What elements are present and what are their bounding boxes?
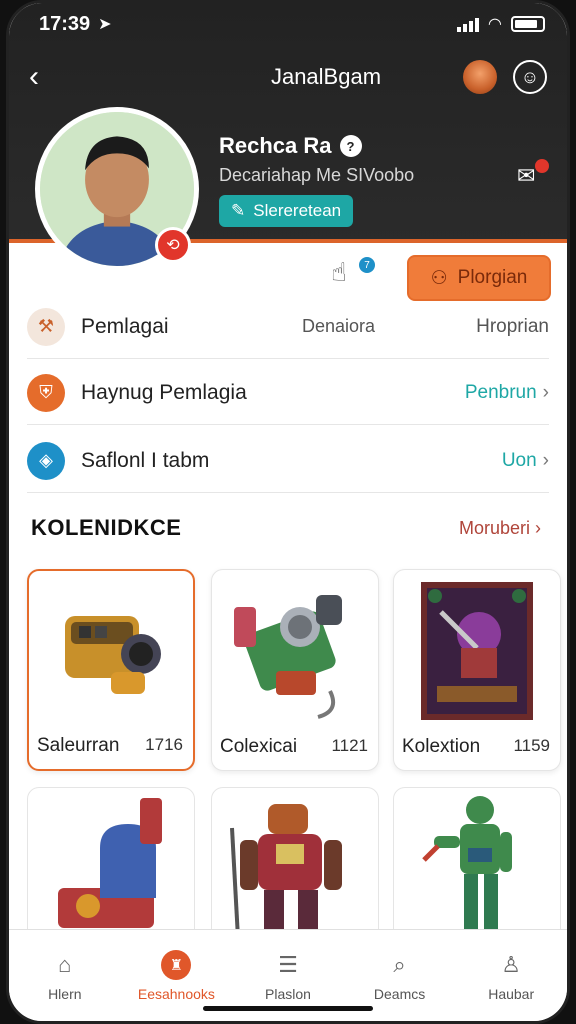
robot-item-image	[230, 804, 342, 939]
gem-icon: ◈	[27, 441, 65, 480]
list-item-value: Penbrun	[464, 381, 537, 403]
tab-label: Hlern	[48, 985, 82, 1002]
profile-subtitle: Decariahap Me SIVoobo	[219, 165, 415, 185]
list-item-label: Haynug Pemlagia	[81, 380, 247, 404]
message-dot	[535, 159, 549, 173]
card-count: 1159	[513, 736, 550, 755]
chevron-right-icon: ›	[542, 381, 549, 403]
notify-count: 7	[359, 257, 375, 273]
collection-card[interactable]	[27, 787, 195, 947]
page-title: JanalBgam	[270, 64, 382, 89]
see-more-link[interactable]: Moruberi ›	[459, 518, 541, 539]
list-item[interactable]: ⛨ Haynug Pemlagia Penbrun ›	[27, 361, 549, 425]
tab-label: Plaslon	[265, 985, 311, 1002]
card-name: Colexicai	[220, 736, 298, 757]
avatar-edit-badge[interactable]: ⟲	[155, 227, 191, 263]
hammer-icon: ⚒	[27, 307, 65, 346]
signal-icon	[456, 16, 479, 32]
tab-label: Deamcs	[373, 985, 426, 1002]
profile-tag-label: Slereretean	[253, 201, 342, 220]
message-icon[interactable]: ✉	[517, 159, 551, 193]
verified-icon: ?	[339, 135, 362, 157]
battery-icon	[511, 16, 545, 32]
notify-icon[interactable]: ☝ 7	[331, 257, 375, 297]
profile-name: Rechca Ra	[219, 133, 332, 158]
collection-section-header: KOLENIDKCE Moruberi ›	[31, 515, 541, 541]
card-count: 1716	[145, 735, 183, 754]
smile-icon[interactable]: ☺	[513, 60, 547, 94]
camera-item-image	[35, 577, 187, 727]
search-icon: ⌕	[393, 951, 406, 977]
card-name: Saleurran	[37, 735, 120, 756]
collection-card[interactable]	[393, 787, 561, 947]
gadget-item-image	[218, 576, 372, 726]
nav-bar: ‹ JanalBgam ☺	[29, 55, 547, 99]
shield-icon: ⛨	[27, 373, 65, 412]
machine-item-image	[58, 798, 162, 928]
section-title: KOLENIDKCE	[31, 515, 182, 540]
see-more-label: Moruberi	[458, 517, 530, 538]
back-button[interactable]: ‹	[29, 60, 69, 94]
collection-card[interactable]: Colexicai 1121	[211, 569, 379, 771]
status-time: 17:39	[39, 12, 91, 35]
mascot-avatar-icon[interactable]	[463, 60, 497, 94]
soldier-item-image	[422, 796, 512, 938]
collection-card[interactable]	[211, 787, 379, 947]
warrior-card-image	[400, 576, 554, 726]
list-item-value: Uon	[501, 449, 537, 471]
profile-tag[interactable]: ✎ Slereretean	[219, 195, 354, 227]
location-icon: ➤	[98, 16, 112, 33]
profile-icon: ♙	[501, 951, 522, 977]
list-item-value: Hroprian	[476, 315, 549, 337]
list-item[interactable]: ◈ Saflonl I tabm Uon ›	[27, 429, 549, 493]
profile-name-row: Rechca Ra ?	[219, 133, 362, 159]
collection-card[interactable]: Kolextion 1159	[393, 569, 561, 771]
card-name: Kolextion	[402, 736, 481, 757]
collection-icon: ♜	[161, 949, 192, 980]
list-item[interactable]: ⚒ Pemlagai Denaiora Hroprian	[27, 295, 549, 359]
users-icon: ⚇	[430, 267, 448, 289]
tag-icon: ✎	[231, 201, 246, 220]
tab-profile[interactable]: ♙ Haubar	[455, 930, 567, 1021]
status-bar: 17:39 ➤ ◠	[39, 11, 545, 37]
home-indicator[interactable]	[203, 1006, 373, 1011]
home-icon: ⌂	[58, 951, 72, 977]
phone-screen: 17:39 ➤ ◠ ‹ JanalBgam ☺ ⟲ Rechca Ra ? De…	[6, 0, 570, 1024]
tab-home[interactable]: ⌂ Hlern	[9, 930, 121, 1021]
collection-card[interactable]: Saleurran 1716	[27, 569, 195, 771]
list-item-middle: Denaiora	[302, 316, 376, 336]
wifi-icon: ◠	[488, 16, 501, 33]
list-icon: ☰	[278, 951, 298, 977]
list-item-label: Pemlagai	[81, 314, 169, 338]
list-item-label: Saflonl I tabm	[81, 448, 210, 472]
tab-label: Haubar	[488, 985, 535, 1002]
tab-label: Eesahnooks	[137, 985, 215, 1002]
cta-label: Plorgian	[457, 267, 528, 288]
card-count: 1121	[331, 736, 368, 755]
chevron-right-icon: ›	[542, 449, 549, 471]
